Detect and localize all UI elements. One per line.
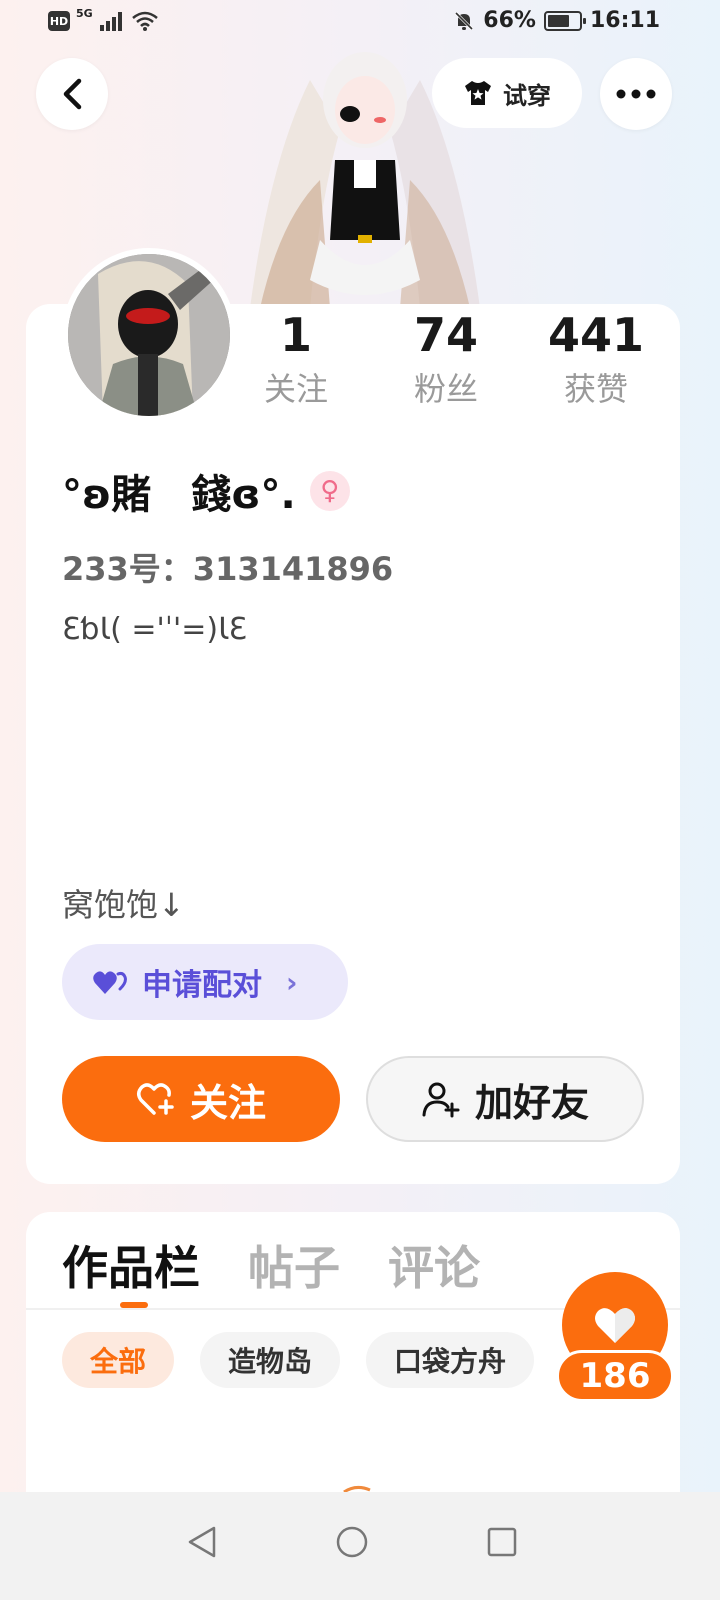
follow-button[interactable]: 关注: [62, 1056, 340, 1142]
nav-recents-button[interactable]: [472, 1512, 532, 1572]
chevron-right-icon: ›: [286, 965, 298, 999]
bio: ƐƅƖ( ='ˈ'=)ƖƐ: [62, 612, 248, 647]
try-on-button[interactable]: 试穿: [432, 58, 582, 128]
follow-label: 关注: [189, 1080, 266, 1125]
status-bar: HD 5G 66% 16:11: [0, 0, 720, 44]
likes-count: 441: [547, 308, 645, 362]
floating-like-button[interactable]: 186: [556, 1272, 674, 1406]
tab-works[interactable]: 作品栏: [62, 1232, 200, 1298]
signal-icon: [99, 12, 122, 31]
request-pair-button[interactable]: 申请配对 ›: [62, 944, 348, 1020]
try-on-label: 试穿: [503, 81, 551, 110]
signature: 窝饱饱↓: [62, 886, 185, 924]
battery-percent: 66%: [483, 8, 536, 33]
chip-creation-island[interactable]: 造物岛: [200, 1332, 341, 1388]
tshirt-star-icon: [465, 81, 491, 105]
username-row: °ʚ賭 錢ɞ°. ♀: [62, 462, 350, 520]
square-recents-icon: [487, 1527, 517, 1557]
mute-bell-icon: [455, 11, 474, 30]
battery-icon: [543, 10, 586, 31]
filter-chips: 全部 造物岛 口袋方舟: [62, 1332, 535, 1388]
female-icon: ♀: [309, 471, 350, 511]
heart-icon: [595, 1308, 635, 1343]
request-pair-label: 申请配对: [142, 968, 262, 1003]
double-heart-icon: [93, 971, 127, 994]
username: °ʚ賭 錢ɞ°.: [62, 472, 296, 518]
nav-back-button[interactable]: [172, 1512, 232, 1572]
network-label: 5G: [76, 6, 93, 20]
heart-plus-icon: [136, 1083, 174, 1115]
likes-stat[interactable]: 441 获赞: [526, 306, 666, 414]
following-stat[interactable]: 1 关注: [226, 306, 366, 414]
chip-all[interactable]: 全部: [62, 1332, 175, 1388]
add-user-icon: [422, 1082, 460, 1118]
following-count: 1: [279, 308, 312, 362]
add-friend-label: 加好友: [474, 1080, 589, 1125]
nav-home-button[interactable]: [322, 1512, 382, 1572]
hd-badge: HD: [48, 11, 70, 31]
triangle-back-icon: [188, 1526, 216, 1558]
like-count: 186: [556, 1350, 674, 1402]
tab-posts[interactable]: 帖子: [248, 1232, 340, 1298]
clock: 16:11: [589, 8, 660, 33]
chevron-left-icon: [63, 78, 82, 110]
tab-comments[interactable]: 评论: [388, 1232, 480, 1298]
content-tabs: 作品栏 帖子 评论: [62, 1232, 480, 1298]
likes-label: 获赞: [563, 370, 628, 408]
more-dots-icon: [616, 89, 656, 99]
user-id[interactable]: 233号：313141896: [62, 544, 393, 590]
add-friend-button[interactable]: 加好友: [366, 1056, 644, 1142]
fans-label: 粉丝: [413, 370, 478, 408]
fans-stat[interactable]: 74 粉丝: [376, 306, 516, 414]
back-button[interactable]: [36, 58, 108, 130]
chip-pocket-ark[interactable]: 口袋方舟: [366, 1332, 535, 1388]
profile-card: [26, 304, 680, 1184]
system-nav-bar: [0, 1492, 720, 1600]
stats-row: 1 关注 74 粉丝 441 获赞: [0, 306, 720, 426]
fans-count: 74: [413, 308, 478, 362]
more-options-button[interactable]: [600, 58, 672, 130]
wifi-icon: [131, 11, 158, 31]
following-label: 关注: [263, 370, 328, 408]
circle-home-icon: [336, 1526, 368, 1558]
